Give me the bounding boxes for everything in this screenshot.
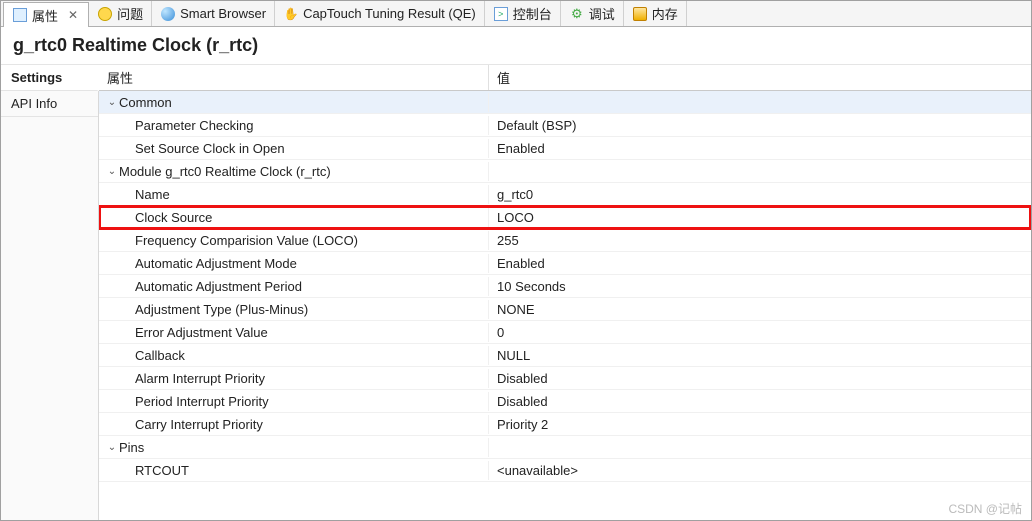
tab-label: Smart Browser: [180, 6, 266, 21]
prop-row[interactable]: Error Adjustment Value 0: [99, 321, 1031, 344]
prop-name: Parameter Checking: [135, 116, 254, 135]
console-icon: >: [493, 6, 509, 22]
prop-name: Set Source Clock in Open: [135, 139, 285, 158]
prop-name: Error Adjustment Value: [135, 323, 268, 342]
prop-value[interactable]: <unavailable>: [489, 461, 1031, 480]
prop-name: Automatic Adjustment Mode: [135, 254, 297, 273]
tab-debug[interactable]: ⚙ 调试: [561, 1, 624, 26]
tab-label: CapTouch Tuning Result (QE): [303, 6, 476, 21]
prop-row[interactable]: Set Source Clock in Open Enabled: [99, 137, 1031, 160]
prop-row[interactable]: Name g_rtc0: [99, 183, 1031, 206]
col-header-property[interactable]: 属性: [99, 65, 489, 90]
prop-value[interactable]: Enabled: [489, 254, 1031, 273]
prop-name: Adjustment Type (Plus-Minus): [135, 300, 308, 319]
prop-row[interactable]: Period Interrupt Priority Disabled: [99, 390, 1031, 413]
prop-value[interactable]: g_rtc0: [489, 185, 1031, 204]
tab-captouch[interactable]: ✋ CapTouch Tuning Result (QE): [275, 1, 485, 26]
prop-value[interactable]: Priority 2: [489, 415, 1031, 434]
property-header: 属性 值: [99, 65, 1031, 91]
tab-label: 调试: [589, 4, 615, 23]
tab-smart-browser[interactable]: Smart Browser: [152, 1, 275, 26]
prop-row[interactable]: RTCOUT <unavailable>: [99, 459, 1031, 482]
prop-value[interactable]: NONE: [489, 300, 1031, 319]
col-header-value[interactable]: 值: [489, 65, 1031, 90]
left-nav: Settings API Info: [1, 65, 99, 520]
hand-icon: ✋: [283, 6, 299, 22]
property-tree: ⌄ Common Parameter Checking Default (BSP…: [99, 91, 1031, 520]
prop-row[interactable]: Frequency Comparision Value (LOCO) 255: [99, 229, 1031, 252]
prop-value[interactable]: 10 Seconds: [489, 277, 1031, 296]
prop-name: Automatic Adjustment Period: [135, 277, 302, 296]
prop-value[interactable]: 0: [489, 323, 1031, 342]
property-panel: 属性 值 ⌄ Common Parameter Checking Default…: [99, 65, 1031, 520]
tab-bar: 属性 ✕ 问题 Smart Browser ✋ CapTouch Tuning …: [1, 1, 1031, 27]
prop-row-clock-source[interactable]: Clock Source LOCO: [99, 206, 1031, 229]
prop-name: Name: [135, 185, 170, 204]
prop-value[interactable]: LOCO: [489, 208, 1031, 227]
tab-label: 属性: [32, 6, 58, 25]
nav-settings[interactable]: Settings: [1, 65, 99, 91]
prop-name: Period Interrupt Priority: [135, 392, 269, 411]
prop-row[interactable]: Automatic Adjustment Mode Enabled: [99, 252, 1031, 275]
prop-name: Callback: [135, 346, 185, 365]
tab-memory[interactable]: 内存: [624, 1, 687, 26]
memory-icon: [632, 6, 648, 22]
prop-row[interactable]: Automatic Adjustment Period 10 Seconds: [99, 275, 1031, 298]
group-pins[interactable]: ⌄ Pins: [99, 436, 1031, 459]
tab-label: 问题: [117, 4, 143, 23]
prop-row[interactable]: Alarm Interrupt Priority Disabled: [99, 367, 1031, 390]
prop-row[interactable]: Callback NULL: [99, 344, 1031, 367]
prop-value[interactable]: Enabled: [489, 139, 1031, 158]
prop-value[interactable]: Default (BSP): [489, 116, 1031, 135]
prop-name: Frequency Comparision Value (LOCO): [135, 231, 358, 250]
warning-icon: [97, 6, 113, 22]
group-common[interactable]: ⌄ Common: [99, 91, 1031, 114]
close-icon[interactable]: ✕: [66, 8, 80, 22]
prop-row[interactable]: Carry Interrupt Priority Priority 2: [99, 413, 1031, 436]
prop-name: Clock Source: [135, 208, 212, 227]
globe-icon: [160, 6, 176, 22]
group-label: Common: [119, 93, 172, 112]
nav-api-info[interactable]: API Info: [1, 91, 98, 117]
prop-name: RTCOUT: [135, 461, 189, 480]
page-title: g_rtc0 Realtime Clock (r_rtc): [1, 27, 1031, 65]
gear-icon: ⚙: [569, 6, 585, 22]
chevron-down-icon[interactable]: ⌄: [105, 442, 119, 453]
chevron-down-icon[interactable]: ⌄: [105, 166, 119, 177]
prop-name: Carry Interrupt Priority: [135, 415, 263, 434]
prop-value[interactable]: Disabled: [489, 392, 1031, 411]
tab-properties[interactable]: 属性 ✕: [3, 2, 89, 27]
tab-console[interactable]: > 控制台: [485, 1, 561, 26]
prop-value[interactable]: NULL: [489, 346, 1031, 365]
prop-row[interactable]: Parameter Checking Default (BSP): [99, 114, 1031, 137]
properties-icon: [12, 7, 28, 23]
group-label: Pins: [119, 438, 144, 457]
prop-value[interactable]: Disabled: [489, 369, 1031, 388]
tab-problems[interactable]: 问题: [89, 1, 152, 26]
group-label: Module g_rtc0 Realtime Clock (r_rtc): [119, 162, 331, 181]
chevron-down-icon[interactable]: ⌄: [105, 97, 119, 108]
prop-value[interactable]: 255: [489, 231, 1031, 250]
group-module[interactable]: ⌄ Module g_rtc0 Realtime Clock (r_rtc): [99, 160, 1031, 183]
prop-name: Alarm Interrupt Priority: [135, 369, 265, 388]
tab-label: 控制台: [513, 4, 552, 23]
tab-label: 内存: [652, 4, 678, 23]
prop-row[interactable]: Adjustment Type (Plus-Minus) NONE: [99, 298, 1031, 321]
